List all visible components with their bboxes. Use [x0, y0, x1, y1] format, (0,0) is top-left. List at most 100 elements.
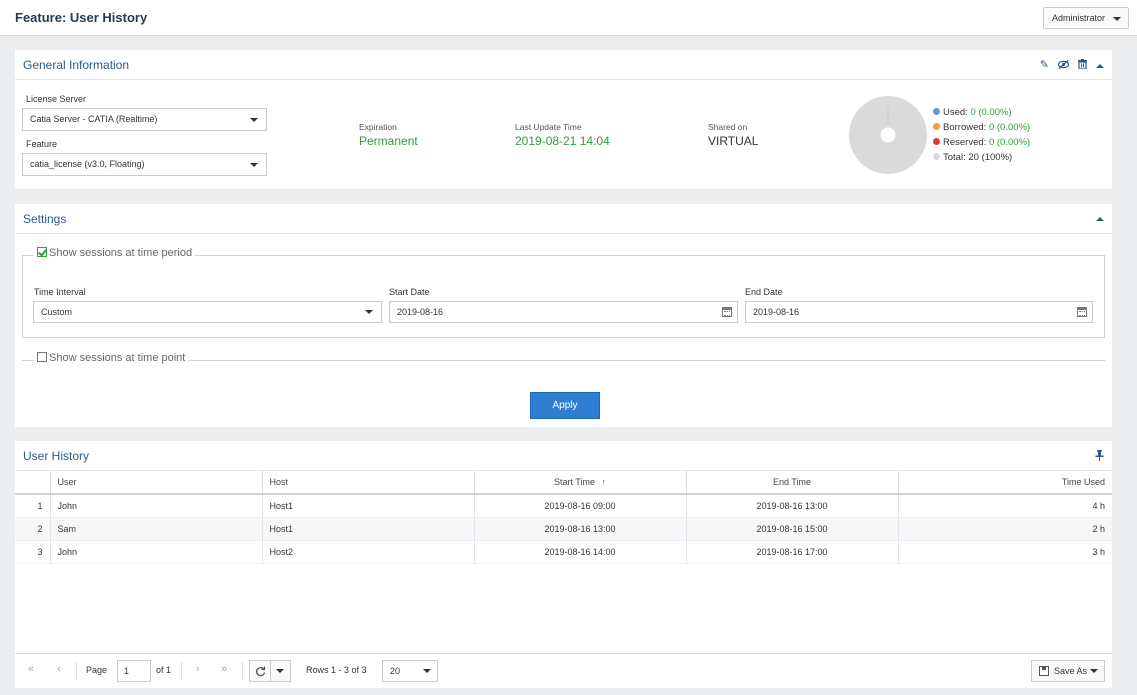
- panel-title: Settings: [23, 212, 67, 226]
- legend-reserved: Reserved: 0 (0.00%): [933, 135, 1030, 150]
- chevron-down-icon: [1090, 669, 1098, 673]
- start-time-header-label: Start Time: [553, 477, 595, 487]
- apply-button[interactable]: Apply: [530, 392, 600, 419]
- legend-total: Total: 20 (100%): [933, 150, 1030, 165]
- row-number: 3: [15, 540, 51, 564]
- page-of-label: of 1: [156, 665, 172, 675]
- column-header-start-time[interactable]: Start Time ↑: [474, 471, 687, 495]
- edit-icon[interactable]: ✎: [1040, 60, 1049, 71]
- refresh-icon[interactable]: [255, 666, 266, 677]
- chevron-down-icon[interactable]: [276, 669, 284, 673]
- page-number-input[interactable]: 1: [117, 660, 151, 682]
- separator: [76, 662, 77, 680]
- panel-tools: ✎: [1040, 59, 1104, 72]
- save-as-label: Save As: [1054, 666, 1088, 676]
- checkbox-checked-icon[interactable]: [37, 247, 47, 257]
- settings-panel: Settings Show sessions at time period Ti…: [15, 204, 1112, 427]
- cell-end-time: 2019-08-16 15:00: [686, 517, 899, 541]
- shared-on-value: VIRTUAL: [708, 134, 759, 148]
- usage-legend: Used: 0 (0.00%) Borrowed: 0 (0.00%) Rese…: [933, 105, 1030, 165]
- separator: [242, 662, 243, 680]
- chevron-down-icon: [423, 669, 431, 673]
- row-number-header: [15, 471, 51, 495]
- legend-used: Used: 0 (0.00%): [933, 105, 1030, 120]
- user-menu-dropdown[interactable]: Administrator: [1043, 7, 1129, 29]
- trash-icon[interactable]: [1078, 59, 1087, 72]
- page-number-value: 1: [124, 666, 130, 676]
- calendar-icon[interactable]: [1077, 307, 1087, 317]
- hide-icon[interactable]: [1057, 59, 1070, 72]
- prev-page-icon[interactable]: ‹: [57, 663, 61, 675]
- total-value: 20 (100%): [968, 152, 1013, 163]
- chevron-down-icon: [250, 118, 258, 122]
- panel-tools: [1095, 450, 1104, 464]
- row-number: 1: [15, 494, 51, 518]
- cell-end-time: 2019-08-16 17:00: [686, 540, 899, 564]
- borrowed-label: Borrowed:: [943, 122, 987, 133]
- time-period-fieldset: [22, 255, 1105, 338]
- borrowed-dot: [933, 123, 940, 130]
- collapse-icon[interactable]: [1096, 213, 1104, 224]
- cell-host: Host1: [262, 494, 475, 518]
- save-as-button[interactable]: Save As: [1031, 660, 1105, 682]
- column-header-host[interactable]: Host: [262, 471, 475, 495]
- refresh-button[interactable]: [249, 660, 291, 682]
- last-update-label: Last Update Time: [515, 122, 582, 132]
- panel-header: User History: [15, 441, 1112, 471]
- cell-start-time: 2019-08-16 13:00: [474, 517, 687, 541]
- reserved-value: 0 (0.00%): [988, 137, 1031, 148]
- license-server-label: License Server: [26, 94, 87, 104]
- start-date-label: Start Date: [389, 287, 430, 297]
- next-page-icon[interactable]: ›: [196, 663, 200, 675]
- feature-select[interactable]: catia_license (v3.0, Floating): [22, 153, 267, 176]
- cell-host: Host1: [262, 517, 475, 541]
- table-header-row: User Host Start Time ↑ End Time Time Use…: [15, 471, 1112, 495]
- cell-time-used: 4 h: [898, 494, 1112, 518]
- legend-borrowed: Borrowed: 0 (0.00%): [933, 120, 1030, 135]
- panel-tools: [1096, 213, 1104, 224]
- table-row[interactable]: 1 John Host1 2019-08-16 09:00 2019-08-16…: [15, 494, 1112, 518]
- time-interval-select[interactable]: Custom: [33, 301, 382, 323]
- cell-time-used: 2 h: [898, 517, 1112, 541]
- panel-title: User History: [23, 449, 90, 463]
- reserved-label: Reserved:: [943, 137, 987, 148]
- feature-value: catia_license (v3.0, Floating): [30, 159, 145, 169]
- license-server-value: Catia Server - CATIA (Realtime): [30, 114, 158, 124]
- cell-start-time: 2019-08-16 09:00: [474, 494, 687, 518]
- table-row[interactable]: 2 Sam Host1 2019-08-16 13:00 2019-08-16 …: [15, 517, 1112, 541]
- first-page-icon[interactable]: «: [28, 663, 34, 675]
- general-information-panel: General Information ✎ License Server Cat…: [15, 50, 1112, 189]
- collapse-icon[interactable]: [1096, 60, 1104, 71]
- calendar-icon[interactable]: [722, 307, 732, 317]
- time-point-toggle[interactable]: Show sessions at time point: [34, 352, 189, 364]
- end-date-input[interactable]: 2019-08-16: [745, 301, 1093, 323]
- pagination-bar: « ‹ Page 1 of 1 › » Rows 1 - 3 of 3 20 S…: [15, 653, 1112, 687]
- time-period-label: Show sessions at time period: [49, 247, 193, 259]
- start-date-value: 2019-08-16: [397, 307, 444, 317]
- column-header-time-used[interactable]: Time Used: [898, 471, 1112, 495]
- time-period-toggle[interactable]: Show sessions at time period: [34, 247, 196, 259]
- chevron-down-icon: [1113, 17, 1121, 21]
- top-bar: Feature: User History Administrator: [0, 0, 1137, 36]
- page-size-select[interactable]: 20: [382, 660, 438, 682]
- pin-icon[interactable]: [1095, 450, 1104, 464]
- chevron-down-icon: [365, 310, 373, 314]
- rows-info: Rows 1 - 3 of 3: [306, 665, 367, 675]
- panel-header: Settings: [15, 204, 1112, 234]
- license-server-select[interactable]: Catia Server - CATIA (Realtime): [22, 108, 267, 131]
- panel-header: General Information ✎: [15, 50, 1112, 80]
- column-header-end-time[interactable]: End Time: [686, 471, 899, 495]
- user-menu-label: Administrator: [1052, 13, 1106, 23]
- used-value: 0 (0.00%): [970, 107, 1012, 118]
- cell-host: Host2: [262, 540, 475, 564]
- sort-ascending-icon: ↑: [601, 477, 607, 487]
- expiration-label: Expiration: [359, 122, 397, 132]
- reserved-dot: [933, 138, 940, 145]
- table-row[interactable]: 3 John Host2 2019-08-16 14:00 2019-08-16…: [15, 540, 1112, 564]
- borrowed-value: 0 (0.00%): [988, 122, 1031, 133]
- last-page-icon[interactable]: »: [221, 663, 227, 675]
- start-date-input[interactable]: 2019-08-16: [389, 301, 738, 323]
- time-point-label: Show sessions at time point: [49, 352, 186, 364]
- checkbox-unchecked-icon[interactable]: [37, 352, 47, 362]
- column-header-user[interactable]: User: [50, 471, 263, 495]
